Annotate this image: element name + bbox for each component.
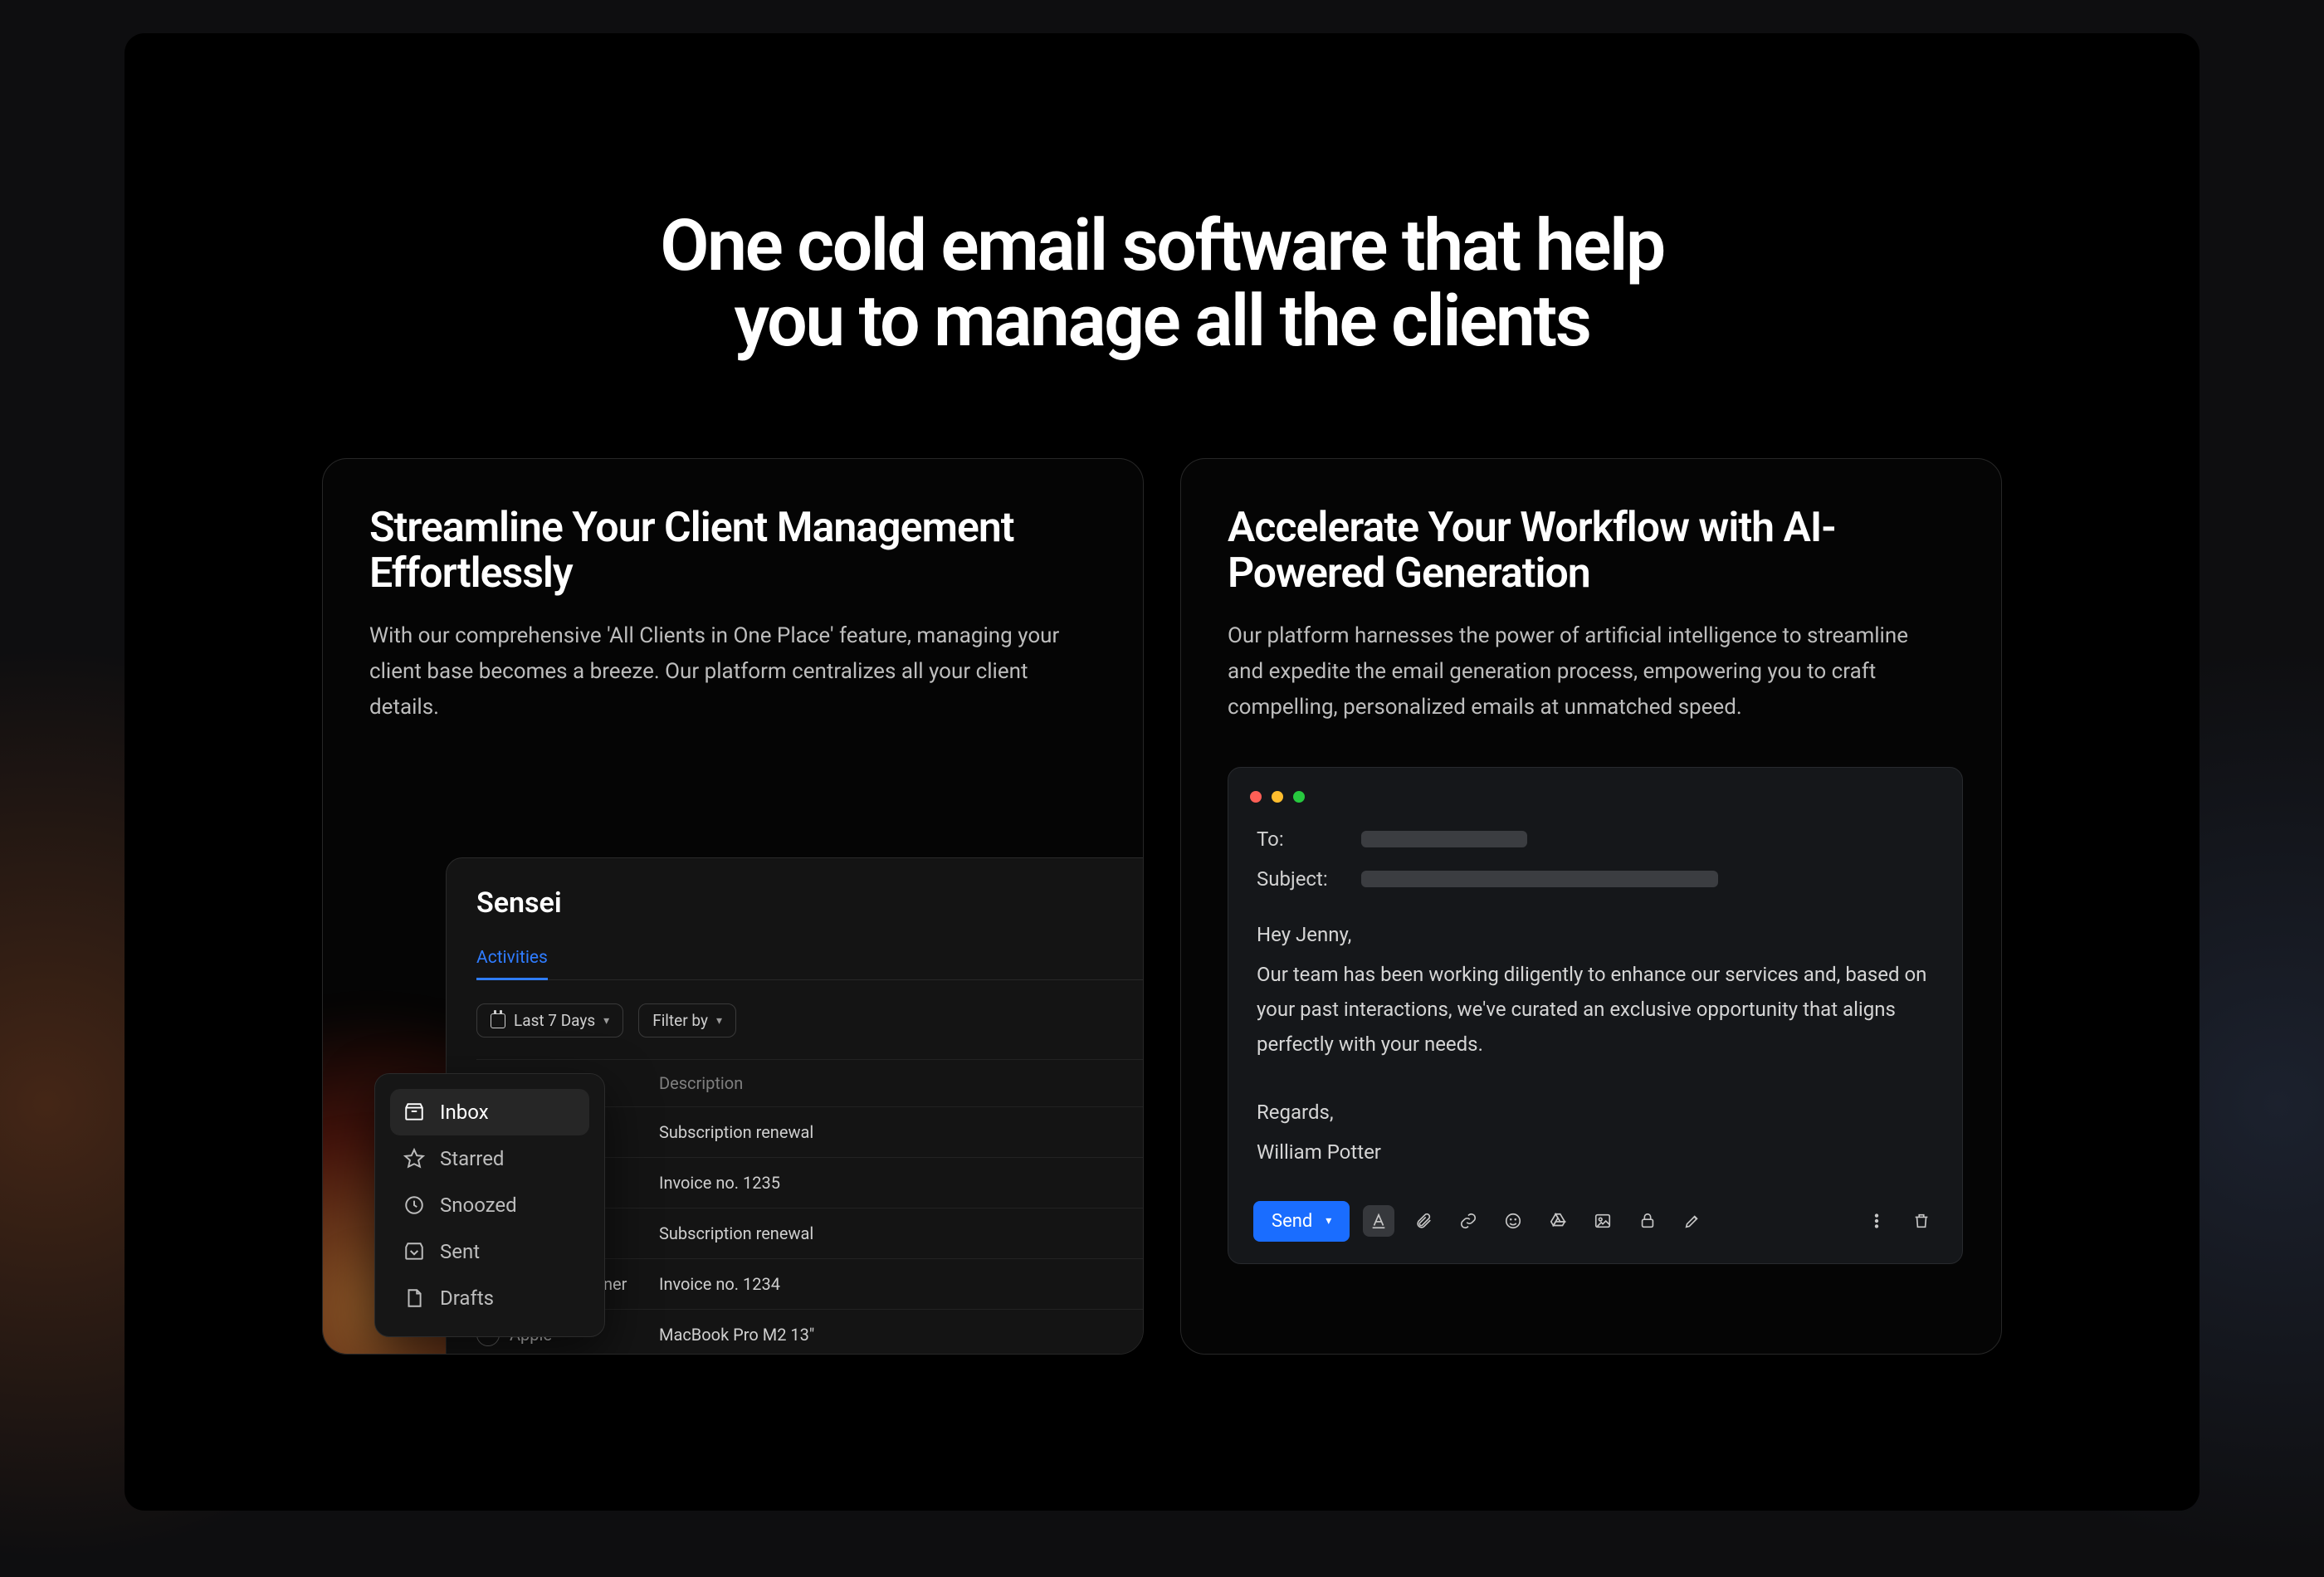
- maximize-icon[interactable]: [1293, 791, 1305, 803]
- close-icon[interactable]: [1250, 791, 1262, 803]
- signoff-regards: Regards,: [1257, 1095, 1934, 1130]
- star-icon: [403, 1148, 425, 1169]
- attachment-icon[interactable]: [1408, 1205, 1439, 1237]
- sidebar-item-label: Inbox: [440, 1101, 489, 1124]
- filter-by-label: Filter by: [652, 1011, 708, 1030]
- calendar-icon: [491, 1013, 505, 1028]
- mail-sidebar: Inbox Starred Snoozed: [374, 1073, 605, 1337]
- col-description: Description: [659, 1073, 875, 1093]
- sidebar-item-label: Sent: [440, 1240, 480, 1263]
- sidebar-item-label: Snoozed: [440, 1194, 517, 1217]
- trash-icon[interactable]: [1906, 1205, 1937, 1237]
- sent-icon: [403, 1241, 425, 1262]
- date-range-label: Last 7 Days: [514, 1011, 595, 1030]
- sidebar-item-snoozed[interactable]: Snoozed: [390, 1182, 589, 1228]
- emoji-icon[interactable]: [1497, 1205, 1529, 1237]
- card-title: Streamline Your Client Management Effort…: [369, 505, 1096, 597]
- sidebar-item-label: Drafts: [440, 1286, 494, 1310]
- drive-icon[interactable]: [1542, 1205, 1574, 1237]
- lock-schedule-icon[interactable]: [1632, 1205, 1663, 1237]
- subject-label: Subject:: [1257, 867, 1343, 891]
- send-button[interactable]: Send ▾: [1253, 1201, 1350, 1242]
- window-controls: [1228, 788, 1962, 819]
- sidebar-item-drafts[interactable]: Drafts: [390, 1275, 589, 1321]
- date-range-picker[interactable]: Last 7 Days ▾: [476, 1003, 623, 1038]
- sidebar-item-starred[interactable]: Starred: [390, 1135, 589, 1182]
- compose-window: To: Subject: Hey Jenny, Our team has bee…: [1228, 767, 1963, 1264]
- to-label: To:: [1257, 828, 1343, 851]
- compose-body[interactable]: Hey Jenny, Our team has been working dil…: [1228, 899, 1962, 1181]
- card-description: Our platform harnesses the power of arti…: [1228, 618, 1941, 725]
- sidebar-item-label: Starred: [440, 1147, 504, 1170]
- send-label: Send: [1272, 1211, 1312, 1232]
- signoff-sender: William Potter: [1257, 1135, 1934, 1169]
- feature-card-client-management: Streamline Your Client Management Effort…: [322, 458, 1144, 1355]
- card-description: With our comprehensive 'All Clients in O…: [369, 618, 1083, 725]
- minimize-icon[interactable]: [1272, 791, 1283, 803]
- body-paragraph: Our team has been working diligently to …: [1257, 957, 1934, 1062]
- col-amount: Amount: [875, 1073, 1144, 1093]
- chevron-down-icon: ▾: [1326, 1214, 1331, 1228]
- tab-activities[interactable]: Activities: [476, 948, 548, 968]
- image-icon[interactable]: [1587, 1205, 1618, 1237]
- link-icon[interactable]: [1452, 1205, 1484, 1237]
- chevron-down-icon: ▾: [603, 1014, 609, 1028]
- app-brand: Sensei: [476, 886, 1144, 920]
- signature-pen-icon[interactable]: [1677, 1205, 1708, 1237]
- page-headline: One cold email software that help you to…: [614, 208, 1710, 359]
- feature-card-ai-generation: Accelerate Your Workflow with AI-Powered…: [1180, 458, 2002, 1355]
- inbox-icon: [403, 1101, 425, 1123]
- compose-toolbar: Send ▾: [1228, 1181, 1962, 1263]
- chevron-down-icon: ▾: [716, 1014, 722, 1028]
- filter-by-dropdown[interactable]: Filter by ▾: [638, 1003, 736, 1038]
- subject-input[interactable]: [1361, 871, 1718, 887]
- card-title: Accelerate Your Workflow with AI-Powered…: [1228, 505, 1955, 597]
- greeting-line: Hey Jenny,: [1257, 917, 1934, 952]
- clock-icon: [403, 1194, 425, 1216]
- more-options-icon[interactable]: [1861, 1205, 1892, 1237]
- sidebar-item-sent[interactable]: Sent: [390, 1228, 589, 1275]
- sidebar-item-inbox[interactable]: Inbox: [390, 1089, 589, 1135]
- text-color-icon[interactable]: [1363, 1205, 1394, 1237]
- file-icon: [403, 1287, 425, 1309]
- to-input[interactable]: [1361, 831, 1527, 847]
